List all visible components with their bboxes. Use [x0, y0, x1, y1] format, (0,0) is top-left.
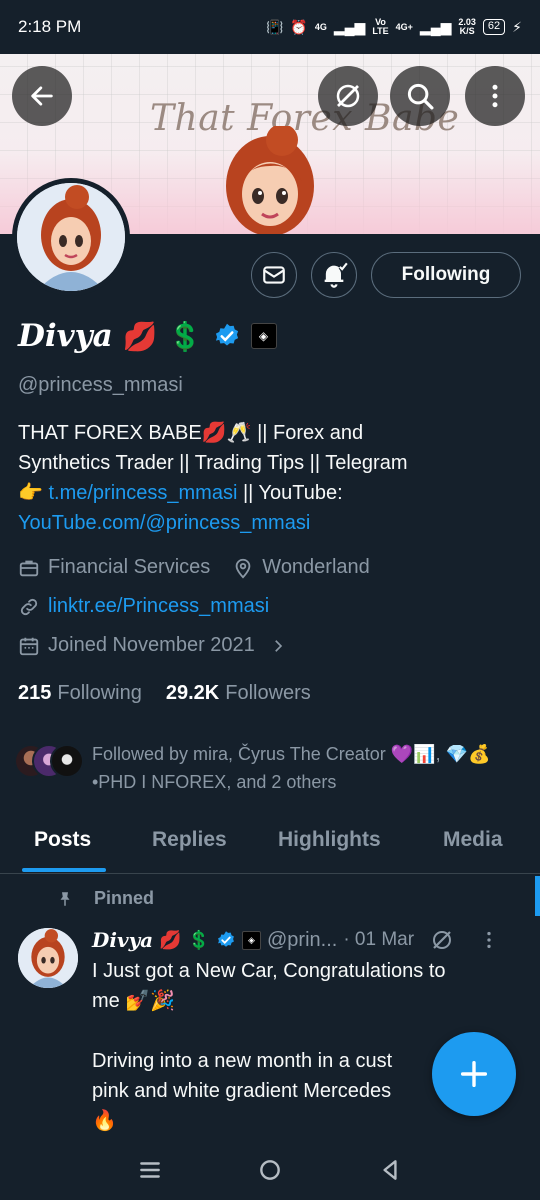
follow-counts: 215 Following 29.2K Followers	[18, 682, 311, 705]
profile-category: Financial Services	[48, 556, 211, 578]
bio-line-3: 👉 t.me/princess_mmasi || YouTube:	[18, 478, 518, 508]
briefcase-icon	[19, 560, 39, 576]
followers-count-link[interactable]: 29.2K Followers	[166, 682, 311, 705]
signal-icon-1: ▂▄▆	[333, 18, 366, 35]
link-icon	[20, 598, 38, 615]
tab-replies[interactable]: Replies	[152, 828, 227, 852]
arrow-left-icon	[31, 86, 53, 106]
tab-highlights[interactable]: Highlights	[278, 828, 381, 852]
tweet-author-avatar[interactable]	[18, 928, 78, 988]
tweet-author-name[interactable]: Divya	[92, 928, 153, 952]
signal-icon-2: ▂▄▆	[419, 18, 452, 35]
alarm-icon: ⏰	[290, 18, 308, 35]
status-bar: 2:18 PM 📳 ⏰ 4G ▂▄▆ Vo LTE 4G+ ▂▄▆ 2.03 K…	[0, 0, 540, 54]
youtube-label: || YouTube:	[237, 482, 343, 504]
display-name: Divya	[18, 318, 113, 354]
dollar-emoji: 💲	[187, 929, 210, 950]
website-row: linktr.ee/Princess_mmasi	[18, 595, 269, 618]
tab-media[interactable]: Media	[443, 828, 503, 852]
tweet-text-line: I Just got a New Car, Congratulations to	[92, 960, 446, 982]
followers-count-label: Followers	[225, 682, 311, 704]
profile-meta-row: Financial Services Wonderland	[18, 556, 370, 579]
following-button[interactable]: Following	[371, 252, 521, 298]
profile-location: Wonderland	[262, 556, 370, 578]
search-icon	[407, 83, 434, 110]
pinned-label: Pinned	[94, 888, 155, 908]
battery-indicator: 62	[482, 19, 506, 35]
tab-posts[interactable]: Posts	[34, 828, 91, 852]
pinned-label-row: Pinned	[56, 888, 154, 909]
profile-handle: @princess_mmasi	[18, 374, 183, 396]
avatar-cartoon-image	[17, 183, 125, 291]
follower-avatars	[14, 740, 84, 778]
plus-icon	[460, 1060, 488, 1088]
following-count-link[interactable]: 215 Following	[18, 682, 142, 705]
followed-by-text: Followed by mira, Čyrus The Creator 💜📊, …	[92, 744, 491, 792]
tweet-header: Divya 💋 💲 ◈ @prin... · 01 Mar	[92, 928, 500, 952]
tweet-text-line: 🔥	[92, 1110, 117, 1132]
tabs-scroll-indicator	[535, 876, 540, 916]
active-tab-indicator	[22, 868, 106, 872]
recents-menu-icon[interactable]	[137, 1157, 163, 1183]
home-circle-icon[interactable]	[257, 1157, 283, 1183]
charging-icon: ⚡	[512, 18, 522, 35]
network-4g-label: 4G	[314, 21, 327, 32]
notifications-button[interactable]	[311, 252, 357, 298]
banner-cartoon-girl-image	[226, 126, 314, 234]
following-count-label: Following	[57, 682, 142, 704]
following-count: 215	[18, 682, 52, 704]
verified-badge-icon	[218, 931, 234, 947]
vibrate-icon: 📳	[265, 18, 284, 35]
tweet-author-handle: @prin...	[267, 928, 338, 951]
status-time: 2:18 PM	[18, 17, 82, 36]
lips-emoji: 💋	[159, 929, 182, 950]
more-options-button[interactable]	[465, 66, 525, 126]
chevron-right-icon	[274, 639, 282, 652]
location-pin-icon	[235, 558, 251, 578]
grok-icon	[336, 84, 360, 108]
back-triangle-icon[interactable]	[377, 1157, 403, 1183]
affiliate-badge-icon[interactable]: ◈	[250, 323, 277, 349]
grok-icon[interactable]	[430, 928, 454, 952]
telegram-link[interactable]: t.me/princess_mmasi	[48, 482, 237, 504]
status-icons: 📳 ⏰ 4G ▂▄▆ Vo LTE 4G+ ▂▄▆ 2.03 K/S 62 ⚡	[266, 18, 522, 36]
tweet-date: · 01 Mar	[343, 929, 415, 950]
search-button[interactable]	[390, 66, 450, 126]
system-nav-bar	[0, 1140, 540, 1200]
envelope-icon	[263, 266, 285, 284]
follower-avatar	[50, 744, 84, 778]
pin-icon	[60, 891, 70, 906]
bio-line-2: Synthetics Trader || Trading Tips || Tel…	[18, 452, 408, 474]
profile-avatar[interactable]	[12, 178, 130, 296]
profile-joined-date: Joined November 2021	[48, 634, 255, 656]
compose-post-button[interactable]	[432, 1032, 516, 1116]
followers-count: 29.2K	[165, 682, 220, 704]
bell-check-icon	[324, 262, 348, 288]
network-speed: 2.03 K/S	[458, 17, 476, 36]
calendar-icon	[19, 637, 39, 655]
tweet-text-line: me 💅🎉	[92, 990, 176, 1012]
profile-tabs: Posts Replies Highlights Media	[0, 812, 540, 874]
followed-by-row[interactable]: Followed by mira, Čyrus The Creator 💜📊, …	[14, 740, 512, 796]
message-button[interactable]	[251, 252, 297, 298]
joined-row[interactable]: Joined November 2021	[18, 634, 287, 657]
bio-line-1: THAT FOREX BABE💋🥂 || Forex and	[18, 422, 364, 444]
back-button[interactable]	[12, 66, 72, 126]
more-vertical-icon	[492, 84, 498, 108]
dollar-emoji: 💲	[167, 320, 203, 352]
more-vertical-icon[interactable]	[478, 929, 500, 951]
grok-button[interactable]	[318, 66, 378, 126]
lips-emoji: 💋	[122, 320, 158, 352]
tweet-avatar-cartoon-image	[18, 928, 78, 988]
network-4gplus-label: 4G+	[395, 21, 413, 32]
profile-website-link[interactable]: linktr.ee/Princess_mmasi	[48, 595, 269, 618]
volte-label: Vo LTE	[372, 17, 389, 36]
name-row: Divya 💋 💲 ◈	[18, 318, 277, 354]
profile-bio: THAT FOREX BABE💋🥂 || Forex and Synthetic…	[18, 418, 518, 538]
affiliate-badge-icon: ◈	[242, 930, 261, 950]
youtube-link[interactable]: YouTube.com/@princess_mmasi	[18, 508, 518, 538]
verified-badge-icon[interactable]	[213, 322, 241, 350]
pointing-emoji: 👉	[18, 482, 43, 504]
